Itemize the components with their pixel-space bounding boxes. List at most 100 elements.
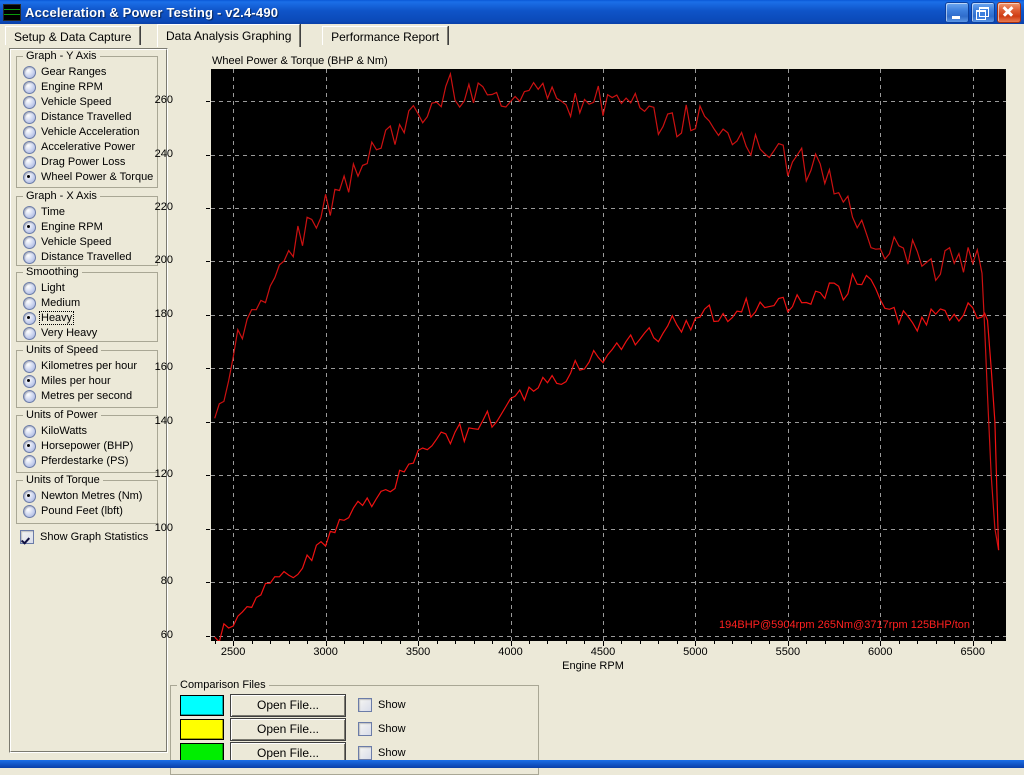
radio-y-axis-wheel-power-torque[interactable]: Wheel Power & Torque <box>23 170 153 184</box>
comparison-row: Open File... Show <box>180 717 406 741</box>
radio-indicator-icon <box>23 454 36 468</box>
group-legend-units-torque: Units of Torque <box>23 474 103 486</box>
group-legend-units-power: Units of Power <box>23 409 101 421</box>
radio-label: Medium <box>41 297 81 309</box>
radio-label: Vehicle Acceleration <box>41 126 140 138</box>
status-bar <box>0 760 1024 768</box>
x-axis-tick-mark <box>270 641 271 644</box>
x-axis-tick-mark <box>289 641 290 644</box>
graph-area: Wheel Power & Torque (BHP & Nm) 194BHP@5… <box>155 48 1016 678</box>
radio-indicator-icon <box>23 326 36 340</box>
x-axis-tick-mark <box>547 641 548 644</box>
y-axis-tick-mark <box>206 155 210 156</box>
minimize-button[interactable] <box>945 2 969 23</box>
show-label: Show <box>378 723 406 735</box>
x-axis-tick-mark <box>252 641 253 644</box>
radio-y-axis-engine-rpm[interactable]: Engine RPM <box>23 80 103 94</box>
show-checkbox[interactable]: Show <box>358 722 406 736</box>
radio-y-axis-vehicle-speed[interactable]: Vehicle Speed <box>23 95 111 109</box>
x-axis-tick-mark <box>936 641 937 644</box>
radio-indicator-icon <box>23 439 36 453</box>
x-axis-tick-mark <box>511 641 512 646</box>
radio-indicator-icon <box>23 80 36 94</box>
series-line-torque <box>214 71 1000 551</box>
show-graph-statistics-checkbox[interactable]: Show Graph Statistics <box>20 530 148 544</box>
radio-x-axis-distance-travelled[interactable]: Distance Travelled <box>23 250 132 264</box>
group-legend-y-axis: Graph - Y Axis <box>23 50 100 62</box>
radio-units-power-pferdestarke-ps[interactable]: Pferdestarke (PS) <box>23 454 128 468</box>
radio-label: Drag Power Loss <box>41 156 126 168</box>
radio-units-speed-metres-per-second[interactable]: Metres per second <box>23 389 132 403</box>
radio-label: Wheel Power & Torque <box>41 171 154 183</box>
x-axis-tick-label: 5500 <box>775 646 801 658</box>
radio-units-speed-miles-per-hour[interactable]: Miles per hour <box>23 374 111 388</box>
comparison-color-swatch[interactable] <box>180 694 224 716</box>
restore-button[interactable] <box>971 2 995 23</box>
radio-x-axis-vehicle-speed[interactable]: Vehicle Speed <box>23 235 111 249</box>
radio-smoothing-light[interactable]: Light <box>23 281 65 295</box>
radio-label: Time <box>41 206 66 218</box>
radio-label: Pferdestarke (PS) <box>41 455 129 467</box>
radio-label: Vehicle Speed <box>41 96 112 108</box>
show-checkbox[interactable]: Show <box>358 746 406 760</box>
x-axis-tick-mark <box>991 641 992 644</box>
radio-units-speed-kilometres-per-hour[interactable]: Kilometres per hour <box>23 359 137 373</box>
radio-smoothing-medium[interactable]: Medium <box>23 296 80 310</box>
x-axis-tick-mark <box>843 641 844 644</box>
checkbox-icon <box>358 722 372 736</box>
radio-indicator-icon <box>23 281 36 295</box>
radio-y-axis-gear-ranges[interactable]: Gear Ranges <box>23 65 106 79</box>
show-checkbox[interactable]: Show <box>358 698 406 712</box>
x-axis-tick-mark <box>880 641 881 646</box>
x-axis-tick-mark <box>862 641 863 644</box>
y-axis-tick-mark <box>206 529 210 530</box>
radio-label: Gear Ranges <box>41 66 107 78</box>
radio-units-torque-pound-feet-lbft[interactable]: Pound Feet (lbft) <box>23 504 123 518</box>
tab-data-analysis-graphing[interactable]: Data Analysis Graphing <box>157 24 301 47</box>
x-axis-tick-mark <box>973 641 974 646</box>
x-axis-tick-mark <box>437 641 438 644</box>
radio-y-axis-distance-travelled[interactable]: Distance Travelled <box>23 110 132 124</box>
x-axis-tick-mark <box>917 641 918 644</box>
tab-setup-data-capture[interactable]: Setup & Data Capture <box>5 26 141 46</box>
radio-label: Vehicle Speed <box>41 236 112 248</box>
radio-units-power-horsepower-bhp[interactable]: Horsepower (BHP) <box>23 439 133 453</box>
open-file-button[interactable]: Open File... <box>230 693 346 717</box>
radio-y-axis-vehicle-acceleration[interactable]: Vehicle Acceleration <box>23 125 139 139</box>
y-axis-tick-label: 200 <box>154 254 173 267</box>
open-file-button[interactable]: Open File... <box>230 717 346 741</box>
group-legend-units-speed: Units of Speed <box>23 344 102 356</box>
x-axis-tick-mark <box>751 641 752 644</box>
radio-smoothing-very-heavy[interactable]: Very Heavy <box>23 326 97 340</box>
close-button[interactable] <box>997 2 1021 23</box>
radio-y-axis-accelerative-power[interactable]: Accelerative Power <box>23 140 135 154</box>
y-axis-tick-label: 80 <box>160 575 173 588</box>
y-axis-tick-mark <box>206 422 210 423</box>
y-axis-tick-label: 100 <box>154 521 173 534</box>
group-units-speed: Units of Speed Kilometres per hour Miles p… <box>16 344 158 408</box>
radio-smoothing-heavy[interactable]: Heavy <box>23 311 75 325</box>
x-axis-tick-mark <box>658 641 659 644</box>
tab-performance-report[interactable]: Performance Report <box>322 26 449 46</box>
radio-indicator-icon <box>23 235 36 249</box>
y-axis-tick-label: 160 <box>154 361 173 374</box>
radio-x-axis-time[interactable]: Time <box>23 205 65 219</box>
comparison-color-swatch[interactable] <box>180 718 224 740</box>
y-axis-tick-label: 180 <box>154 307 173 320</box>
checkbox-icon <box>358 746 372 760</box>
x-axis-tick-mark <box>363 641 364 644</box>
x-axis-title: Engine RPM <box>562 660 624 672</box>
radio-y-axis-drag-power-loss[interactable]: Drag Power Loss <box>23 155 125 169</box>
x-axis-tick-mark <box>714 641 715 644</box>
radio-x-axis-engine-rpm[interactable]: Engine RPM <box>23 220 103 234</box>
chart-title: Wheel Power & Torque (BHP & Nm) <box>212 55 388 67</box>
x-axis-tick-mark <box>418 641 419 646</box>
radio-label: Distance Travelled <box>41 111 132 123</box>
radio-units-power-kilowatts[interactable]: KiloWatts <box>23 424 87 438</box>
radio-indicator-icon <box>23 125 36 139</box>
x-axis-tick-label: 5000 <box>683 646 708 658</box>
radio-units-torque-newton-metres-nm[interactable]: Newton Metres (Nm) <box>23 489 142 503</box>
plot-canvas[interactable] <box>211 69 1006 641</box>
y-axis-tick-mark <box>206 582 210 583</box>
y-axis-tick-mark <box>206 475 210 476</box>
